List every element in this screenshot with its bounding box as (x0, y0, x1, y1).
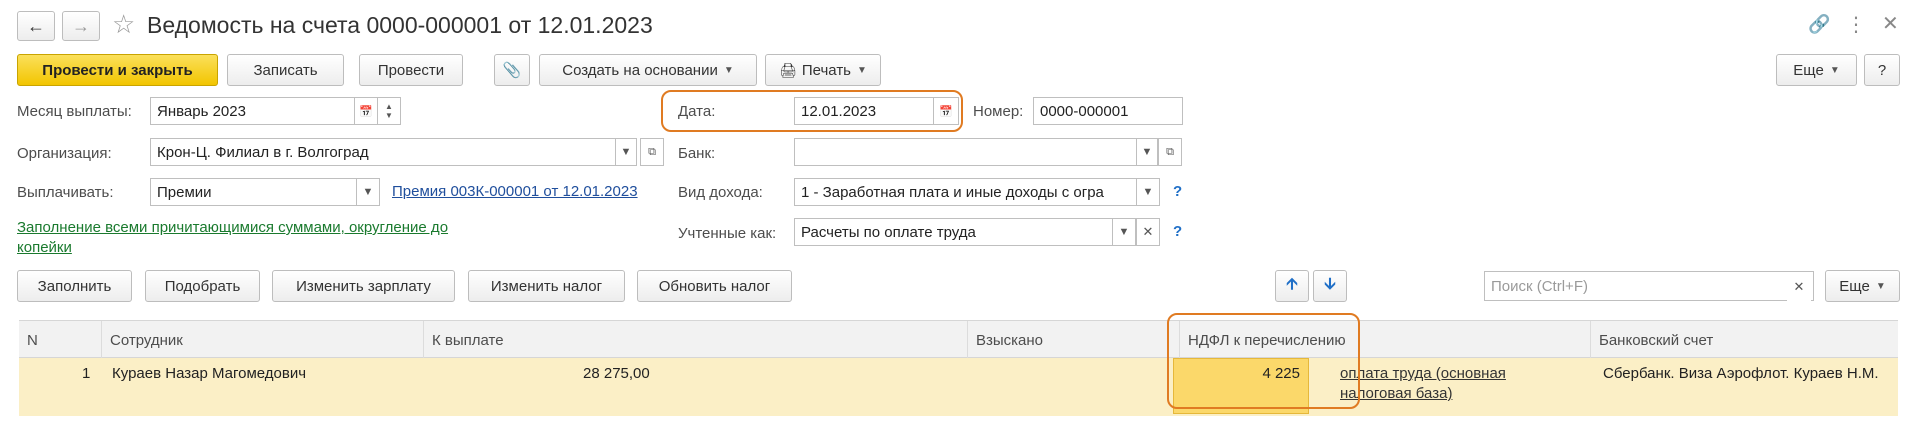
org-label: Организация: (17, 145, 112, 162)
org-dropdown-button[interactable]: ▼ (615, 138, 637, 166)
bank-account-cell[interactable]: Сбербанк. Виза Аэрофлот. Кураев Н.М. (1603, 364, 1893, 384)
arrow-down-icon: 🡫 (1324, 275, 1336, 293)
month-label: Месяц выплаты: (17, 103, 132, 120)
column-header-employee[interactable]: Сотрудник (101, 321, 423, 359)
clear-icon: ✕ (1793, 279, 1805, 294)
create-based-button[interactable]: Создать на основании ▼ (539, 54, 757, 86)
row-number: 1 (82, 365, 91, 382)
accounted-dropdown-button[interactable]: ▼ (1112, 218, 1136, 246)
ndfl-highlight (1167, 313, 1360, 409)
employee-cell[interactable]: Кураев Назар Магомедович (112, 365, 306, 382)
more-vertical-icon[interactable]: ⋮ (1846, 12, 1866, 37)
org-open-button[interactable]: ⧉ (640, 138, 664, 166)
chevron-down-icon: ▼ (620, 146, 632, 158)
close-icon[interactable]: ✕ (1882, 11, 1899, 36)
bonus-document-link[interactable]: Премия 003К-000001 от 12.01.2023 (392, 183, 638, 200)
move-up-button[interactable]: 🡩 (1275, 270, 1309, 302)
change-tax-button[interactable]: Изменить налог (468, 270, 625, 302)
chevron-down-icon: ▼ (1118, 226, 1130, 238)
help-button[interactable]: ? (1864, 54, 1900, 86)
org-field[interactable]: Крон-Ц. Филиал в г. Волгоград (150, 138, 616, 166)
move-down-button[interactable]: 🡫 (1313, 270, 1347, 302)
table-header: N Сотрудник К выплате Взыскано НДФЛ к пе… (19, 320, 1898, 359)
post-close-button[interactable]: Провести и закрыть (17, 54, 218, 86)
forward-button[interactable]: → (62, 11, 100, 41)
chevron-down-icon: ▼ (362, 186, 374, 198)
number-field[interactable]: 0000-000001 (1033, 97, 1183, 125)
link-icon[interactable]: 🔗 (1808, 14, 1830, 35)
chevron-down-icon: ▼ (857, 64, 867, 76)
chevron-down-icon: ▼ (1142, 186, 1154, 198)
print-button[interactable]: 🖨 Печать ▼ (765, 54, 881, 86)
pay-field[interactable]: Премии (150, 178, 357, 206)
arrow-up-icon: 🡩 (1286, 275, 1298, 293)
income-field[interactable]: 1 - Заработная плата и иные доходы с огр… (794, 178, 1138, 206)
open-form-icon: ⧉ (1166, 145, 1174, 158)
column-header-to-pay[interactable]: К выплате (423, 321, 967, 359)
chevron-down-icon: ▼ (1829, 64, 1840, 76)
date-highlight (661, 90, 963, 132)
back-button[interactable]: ← (17, 11, 55, 41)
month-calendar-button[interactable]: 📅 (354, 97, 378, 125)
paperclip-icon: 📎 (502, 62, 522, 79)
fill-settings-link[interactable]: Заполнение всеми причитающимися суммами,… (17, 218, 507, 258)
pay-label: Выплачивать: (17, 184, 114, 201)
more-button[interactable]: Еще ▼ (1776, 54, 1857, 86)
column-header-n[interactable]: N (19, 321, 101, 359)
calendar-icon: 📅 (359, 105, 373, 118)
column-header-bank-account[interactable]: Банковский счет (1590, 321, 1898, 359)
save-button[interactable]: Записать (227, 54, 344, 86)
attach-button[interactable]: 📎 (494, 54, 530, 86)
search-input[interactable]: Поиск (Ctrl+F) (1484, 271, 1814, 301)
month-field[interactable]: Январь 2023 (150, 97, 355, 125)
printer-icon: 🖨 (779, 61, 797, 78)
back-arrow-icon: ← (27, 15, 45, 36)
income-help-icon[interactable]: ? (1173, 183, 1182, 200)
search-clear-button[interactable]: ✕ (1787, 273, 1811, 301)
accounted-clear-button[interactable]: ✕ (1136, 218, 1160, 246)
accounted-field[interactable]: Расчеты по оплате труда (794, 218, 1114, 246)
clear-icon: ✕ (1142, 224, 1154, 239)
table-more-button[interactable]: Еще ▼ (1825, 270, 1900, 302)
chevron-down-icon: ▼ (1141, 146, 1153, 158)
forward-arrow-icon: → (72, 15, 90, 36)
open-form-icon: ⧉ (648, 145, 656, 158)
post-button[interactable]: Провести (359, 54, 463, 86)
income-label: Вид дохода: (678, 184, 763, 201)
fill-button[interactable]: Заполнить (17, 270, 132, 302)
bank-field[interactable] (794, 138, 1138, 166)
star-icon[interactable]: ☆ (112, 9, 135, 40)
accounted-help-icon[interactable]: ? (1173, 223, 1182, 240)
update-tax-button[interactable]: Обновить налог (637, 270, 792, 302)
select-button[interactable]: Подобрать (145, 270, 260, 302)
chevron-down-icon: ▼ (385, 111, 393, 120)
table-row[interactable]: 1 Кураев Назар Магомедович 28 275,00 4 2… (19, 358, 1898, 416)
chevron-down-icon: ▼ (723, 64, 734, 76)
bank-open-button[interactable]: ⧉ (1158, 138, 1182, 166)
to-pay-cell[interactable]: 28 275,00 (583, 365, 650, 382)
pay-dropdown-button[interactable]: ▼ (356, 178, 380, 206)
ndfl-note-link[interactable]: оплата труда (основная налоговая база) (1340, 364, 1530, 404)
chevron-down-icon: ▼ (1875, 280, 1886, 292)
change-salary-button[interactable]: Изменить зарплату (272, 270, 455, 302)
page-title: Ведомость на счета 0000-000001 от 12.01.… (147, 12, 653, 38)
accounted-label: Учтенные как: (678, 225, 777, 242)
column-header-withheld[interactable]: Взыскано (967, 321, 1179, 359)
bank-dropdown-button[interactable]: ▼ (1136, 138, 1158, 166)
income-dropdown-button[interactable]: ▼ (1136, 178, 1160, 206)
chevron-up-icon: ▲ (385, 102, 393, 111)
month-stepper[interactable]: ▲ ▼ (377, 97, 401, 125)
number-label: Номер: (973, 103, 1024, 120)
bank-label: Банк: (678, 145, 716, 162)
